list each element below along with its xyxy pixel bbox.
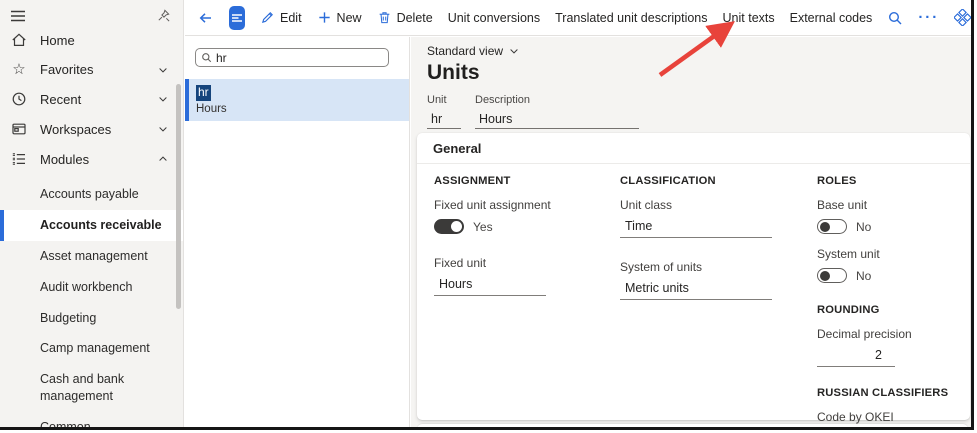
assignment-group-header: ASSIGNMENT xyxy=(434,175,511,187)
system-of-units-label: System of units xyxy=(620,260,703,274)
edit-button[interactable]: Edit xyxy=(260,10,302,25)
chevron-down-icon xyxy=(157,64,169,76)
sidebar-module-budgeting[interactable]: Budgeting xyxy=(0,303,183,334)
system-of-units-value[interactable]: Metric units xyxy=(620,277,772,300)
base-unit-toggle[interactable] xyxy=(817,219,847,234)
decimal-precision-label: Decimal precision xyxy=(817,327,912,341)
roles-column: ROLES Base unit No System unit No ROUNDI… xyxy=(817,175,956,427)
toggle-state-text: Yes xyxy=(473,219,493,234)
rounding-group-header: ROUNDING xyxy=(817,304,880,316)
sidebar-item-label: Modules xyxy=(40,151,90,167)
modules-list-icon xyxy=(11,151,27,167)
sidebar-module-asset-management[interactable]: Asset management xyxy=(0,241,183,272)
unit-conversions-button[interactable]: Unit conversions xyxy=(448,11,540,25)
sidebar-module-camp-management[interactable]: Camp management xyxy=(0,333,183,364)
unit-field-value[interactable]: hr xyxy=(427,109,461,129)
sidebar-module-accounts-payable[interactable]: Accounts payable xyxy=(0,179,183,210)
sidebar-scrollbar[interactable] xyxy=(176,84,181,309)
chevron-up-icon xyxy=(157,153,169,165)
star-icon: ☆ xyxy=(12,60,26,78)
sidebar-item-label: Recent xyxy=(40,91,82,107)
sidebar-item-favorites[interactable]: ☆ Favorites xyxy=(0,55,183,84)
fixed-unit-assignment-label: Fixed unit assignment xyxy=(434,198,551,212)
view-options-icon[interactable] xyxy=(954,9,971,26)
classification-group-header: CLASSIFICATION xyxy=(620,175,716,187)
plus-icon xyxy=(318,12,330,23)
external-codes-button[interactable]: External codes xyxy=(790,11,873,25)
toggle-state-text: No xyxy=(856,219,872,234)
unit-texts-button[interactable]: Unit texts xyxy=(723,11,775,25)
sidebar-item-label: Workspaces xyxy=(40,121,112,137)
next-section-card[interactable] xyxy=(417,424,968,427)
trash-icon xyxy=(379,12,389,24)
decimal-precision-value[interactable]: 2 xyxy=(817,344,895,367)
back-button[interactable] xyxy=(197,10,214,26)
unpin-sidebar-icon[interactable] xyxy=(156,8,171,23)
view-selector[interactable]: Standard view xyxy=(427,44,520,58)
record-list-panel: hr Hours xyxy=(185,37,410,427)
unit-field: Unit hr xyxy=(427,94,461,129)
new-button[interactable]: New xyxy=(317,10,362,25)
action-toolbar: Edit New Delete Unit conversions Transla… xyxy=(185,0,971,36)
clock-icon xyxy=(11,91,27,107)
chevron-down-icon xyxy=(157,93,169,105)
sidebar-item-recent[interactable]: Recent xyxy=(0,84,183,114)
system-unit-label: System unit xyxy=(817,247,880,261)
assignment-column: ASSIGNMENT Fixed unit assignment Yes Fix… xyxy=(434,175,620,427)
fixed-unit-value[interactable]: Hours xyxy=(434,273,546,296)
description-field: Description Hours xyxy=(475,94,639,129)
search-icon xyxy=(201,52,212,63)
page-title: Units xyxy=(427,61,480,84)
unit-class-label: Unit class xyxy=(620,198,673,212)
search-icon[interactable] xyxy=(887,10,903,26)
sidebar-module-audit-workbench[interactable]: Audit workbench xyxy=(0,272,183,303)
sidebar-module-common[interactable]: Common xyxy=(0,412,183,427)
sidebar-module-accounts-receivable[interactable]: Accounts receivable xyxy=(0,209,183,241)
fixed-unit-assignment-toggle[interactable] xyxy=(434,219,464,234)
classification-column: CLASSIFICATION Unit class Time System of… xyxy=(620,175,817,427)
roles-group-header: ROLES xyxy=(817,175,857,187)
more-options-button[interactable]: ··· xyxy=(918,9,939,26)
pencil-icon xyxy=(261,12,273,24)
translated-unit-descriptions-button[interactable]: Translated unit descriptions xyxy=(555,11,707,25)
record-search-box[interactable] xyxy=(195,48,389,67)
sidebar-item-label: Home xyxy=(40,32,75,48)
base-unit-label: Base unit xyxy=(817,198,868,212)
sidebar-item-modules[interactable]: Modules xyxy=(0,144,183,174)
description-field-label: Description xyxy=(475,94,531,106)
toggle-list-pane-button[interactable] xyxy=(229,5,245,30)
unit-field-label: Unit xyxy=(427,94,447,106)
russian-classifiers-group-header: RUSSIAN CLASSIFIERS xyxy=(817,387,949,399)
workspaces-icon xyxy=(11,121,27,137)
chevron-down-icon xyxy=(510,49,518,54)
sidebar-item-label: Favorites xyxy=(40,62,94,77)
sidebar-item-workspaces[interactable]: Workspaces xyxy=(0,114,183,144)
list-item-hr[interactable]: hr Hours xyxy=(185,79,409,121)
general-section-card: General ASSIGNMENT Fixed unit assignment… xyxy=(417,133,970,424)
list-item-code: hr xyxy=(196,85,211,101)
fixed-unit-label: Fixed unit xyxy=(434,256,487,270)
navigation-sidebar: Home ☆ Favorites Recent Workspaces Modul… xyxy=(0,0,184,427)
main-content: Standard view Units Unit hr Description … xyxy=(411,37,971,427)
delete-button[interactable]: Delete xyxy=(377,10,433,25)
unit-class-value[interactable]: Time xyxy=(620,215,772,238)
hamburger-menu-icon[interactable] xyxy=(10,9,26,23)
toggle-state-text: No xyxy=(856,268,872,283)
chevron-down-icon xyxy=(157,123,169,135)
description-field-value[interactable]: Hours xyxy=(475,109,639,129)
general-section-header[interactable]: General xyxy=(417,133,970,164)
code-by-okei-label: Code by OKEI xyxy=(817,410,894,424)
search-input[interactable] xyxy=(216,50,383,65)
sidebar-item-home[interactable]: Home xyxy=(0,25,183,55)
home-icon xyxy=(11,32,27,48)
app-window: Home ☆ Favorites Recent Workspaces Modul… xyxy=(0,0,974,430)
system-unit-toggle[interactable] xyxy=(817,268,847,283)
list-item-name: Hours xyxy=(196,103,227,115)
sidebar-module-cash-and-bank[interactable]: Cash and bank management xyxy=(0,364,150,412)
